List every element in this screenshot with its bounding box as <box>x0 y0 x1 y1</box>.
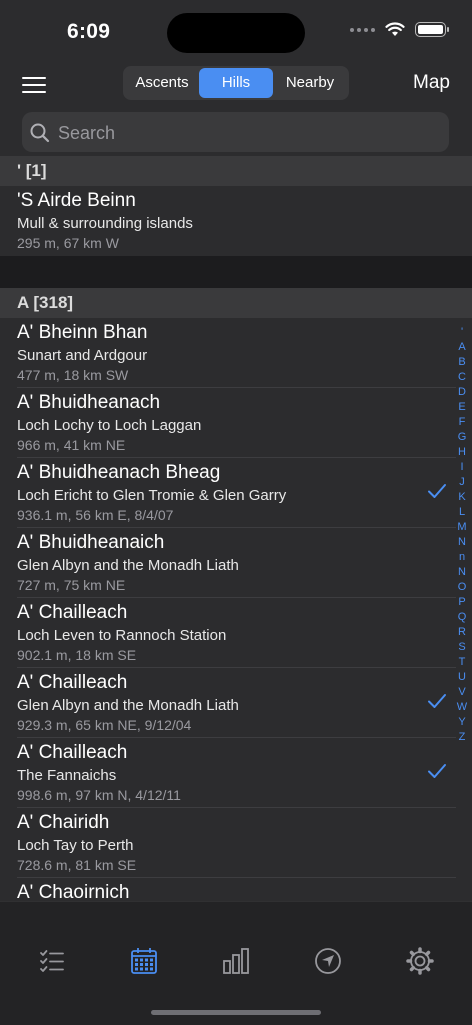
list-item[interactable]: A' Chailleach Loch Leven to Rannoch Stat… <box>0 598 472 668</box>
hill-detail: 998.6 m, 97 km N, 4/12/11 <box>17 787 181 803</box>
list-item[interactable]: A' Bhuidheanaich Glen Albyn and the Mona… <box>0 528 472 598</box>
hill-region: Mull & surrounding islands <box>17 215 193 232</box>
hills-list: ' [1] 'S Airde Beinn Mull & surrounding … <box>0 156 472 901</box>
status-bar: 6:09 <box>0 0 472 62</box>
section-header: A [318] <box>0 288 472 318</box>
list-item[interactable]: A' Chailleach Glen Albyn and the Monadh … <box>0 668 472 738</box>
index-letter[interactable]: G <box>452 430 472 445</box>
index-letter[interactable]: N <box>452 565 472 580</box>
hill-detail: 295 m, 67 km W <box>17 235 119 251</box>
index-letter[interactable]: M <box>452 520 472 535</box>
hill-detail: 929.3 m, 65 km NE, 9/12/04 <box>17 717 192 733</box>
hill-name: A' Bhuidheanaich <box>17 532 165 553</box>
checklist-icon[interactable] <box>37 946 67 976</box>
index-letter[interactable]: K <box>452 490 472 505</box>
list-item[interactable]: A' Chairidh Loch Tay to Perth 728.6 m, 8… <box>0 808 472 878</box>
hill-name: A' Chailleach <box>17 742 128 763</box>
status-icons <box>350 22 449 37</box>
index-letter[interactable]: R <box>452 625 472 640</box>
bar-chart-icon[interactable] <box>221 946 251 976</box>
index-letter[interactable]: Z <box>452 730 472 745</box>
search-field <box>22 112 449 154</box>
index-letter[interactable]: J <box>452 475 472 490</box>
map-button[interactable]: Map <box>413 72 450 94</box>
hill-name: A' Bhuidheanach <box>17 392 161 413</box>
index-letter[interactable]: ' <box>452 325 472 340</box>
hill-region: Sunart and Ardgour <box>17 347 148 364</box>
index-letter[interactable]: O <box>452 580 472 595</box>
gear-icon[interactable] <box>405 946 435 976</box>
hill-detail: 966 m, 41 km NE <box>17 437 126 453</box>
index-letter[interactable]: P <box>452 595 472 610</box>
hill-name: A' Bhuidheanach Bheag <box>17 462 221 483</box>
search-bar <box>0 108 472 156</box>
list-item[interactable]: 'S Airde Beinn Mull & surrounding island… <box>0 186 472 256</box>
index-letter[interactable]: B <box>452 355 472 370</box>
index-letter[interactable]: F <box>452 415 472 430</box>
checkmark-icon <box>428 764 446 778</box>
hill-name: A' Chairidh <box>17 812 110 833</box>
checkmark-icon <box>428 694 446 708</box>
home-indicator <box>151 1010 321 1015</box>
tab-bar <box>0 901 472 1025</box>
index-letter[interactable]: W <box>452 700 472 715</box>
hill-region: The Fannaichs <box>17 767 117 784</box>
hill-name: 'S Airde Beinn <box>17 190 136 211</box>
list-item[interactable]: A' Chailleach The Fannaichs 998.6 m, 97 … <box>0 738 472 808</box>
location-arrow-icon[interactable] <box>313 946 343 976</box>
index-letter[interactable]: E <box>452 400 472 415</box>
cellular-signal-icon <box>350 27 375 32</box>
list-item[interactable]: A' Bhuidheanach Bheag Loch Ericht to Gle… <box>0 458 472 528</box>
dynamic-island <box>167 13 305 53</box>
index-letter[interactable]: I <box>452 460 472 475</box>
index-letter[interactable]: Y <box>452 715 472 730</box>
hill-detail: 477 m, 18 km SW <box>17 367 129 383</box>
hill-region: Glen Albyn and the Monadh Liath <box>17 557 239 574</box>
index-letter[interactable]: S <box>452 640 472 655</box>
index-letter[interactable]: V <box>452 685 472 700</box>
hill-name: A' Bheinn Bhan <box>17 322 148 343</box>
section-spacer <box>0 256 472 288</box>
segment-hills[interactable]: Hills <box>199 68 273 98</box>
battery-icon <box>415 22 449 37</box>
index-letter[interactable]: L <box>452 505 472 520</box>
hill-region: Glen Albyn and the Monadh Liath <box>17 697 239 714</box>
hill-region: Loch Ericht to Glen Tromie & Glen Garry <box>17 487 287 504</box>
hill-name: A' Chaoirnich <box>17 882 130 901</box>
hill-name: A' Chailleach <box>17 672 128 693</box>
index-letter[interactable]: Q <box>452 610 472 625</box>
hill-detail: 728.6 m, 81 km SE <box>17 857 137 873</box>
list-item[interactable]: A' Bheinn Bhan Sunart and Ardgour 477 m,… <box>0 318 472 388</box>
checkmark-icon <box>428 484 446 498</box>
status-time: 6:09 <box>67 20 111 43</box>
hill-detail: 936.1 m, 56 km E, 8/4/07 <box>17 507 174 523</box>
hill-region: Loch Lochy to Loch Laggan <box>17 417 202 434</box>
menu-icon[interactable] <box>22 72 46 94</box>
index-letter[interactable]: D <box>452 385 472 400</box>
segment-ascents[interactable]: Ascents <box>125 68 199 98</box>
index-letter[interactable]: T <box>452 655 472 670</box>
search-icon <box>30 123 50 143</box>
section-header: ' [1] <box>0 156 472 186</box>
wifi-icon <box>385 22 405 36</box>
index-letter[interactable]: U <box>452 670 472 685</box>
segmented-control: Ascents Hills Nearby <box>123 66 349 100</box>
section-index[interactable]: ' A B C D E F G H I J K L M Nn N O P Q R S T U V W Y Z <box>452 325 472 745</box>
index-letter[interactable]: A <box>452 340 472 355</box>
hill-detail: 902.1 m, 18 km SE <box>17 647 137 663</box>
hill-detail: 727 m, 75 km NE <box>17 577 126 593</box>
hill-name: A' Chailleach <box>17 602 128 623</box>
index-letter[interactable]: C <box>452 370 472 385</box>
nav-bar: Ascents Hills Nearby Map <box>0 62 472 108</box>
index-letter[interactable]: H <box>452 445 472 460</box>
list-item[interactable]: A' Chaoirnich <box>0 878 472 901</box>
index-letter[interactable]: n <box>452 550 472 565</box>
search-input[interactable] <box>56 112 440 154</box>
list-item[interactable]: A' Bhuidheanach Loch Lochy to Loch Lagga… <box>0 388 472 458</box>
hill-region: Loch Tay to Perth <box>17 837 134 854</box>
hill-region: Loch Leven to Rannoch Station <box>17 627 227 644</box>
segment-nearby[interactable]: Nearby <box>273 68 347 98</box>
calendar-icon[interactable] <box>129 946 159 976</box>
index-letter[interactable]: N <box>452 535 472 550</box>
